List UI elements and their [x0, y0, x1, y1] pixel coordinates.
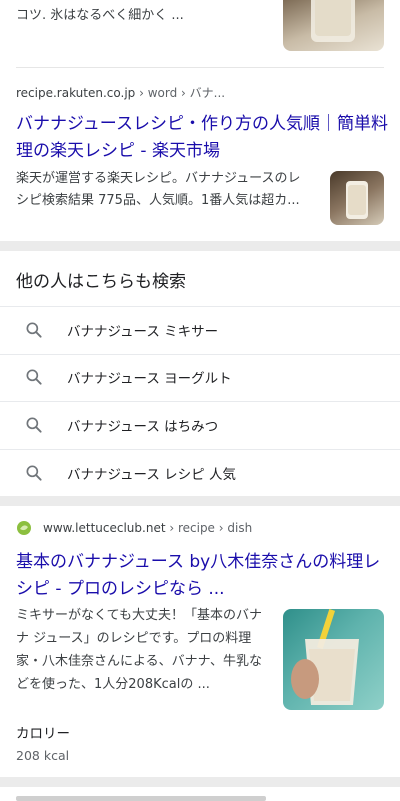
result-source-url[interactable]: recipe.rakuten.co.jp › word › バナ... — [16, 84, 225, 101]
result-card-rakuten: コツ. 氷はなるべく細かく ... recipe.rakuten.co.jp ›… — [0, 0, 400, 241]
search-icon — [26, 465, 42, 481]
source-domain: www.lettuceclub.net — [43, 521, 166, 535]
result-thumbnail-top[interactable] — [283, 0, 384, 51]
related-search-label: バナナジュース ヨーグルト — [67, 371, 232, 387]
people-also-search-card: 他の人はこちらも検索 バナナジュース ミキサー バナナジュース ヨーグルト バナ… — [0, 251, 400, 496]
source-path: › recipe › dish — [165, 521, 253, 535]
source-path: › word › バナ... — [135, 86, 226, 100]
search-icon — [26, 417, 42, 433]
result-card-lettuceclub: www.lettuceclub.net › recipe › dish 基本のバ… — [0, 506, 400, 777]
search-icon — [26, 322, 42, 338]
calorie-value: 208 kcal — [16, 748, 70, 763]
source-domain: recipe.rakuten.co.jp — [16, 86, 136, 100]
related-search-item[interactable]: バナナジュース ヨーグルト — [0, 354, 400, 402]
result-snippet-top: コツ. 氷はなるべく細かく ... — [16, 8, 184, 23]
related-search-item[interactable]: バナナジュース レシピ 人気 — [0, 450, 400, 497]
result-thumbnail[interactable] — [330, 171, 384, 225]
related-search-label: バナナジュース ミキサー — [67, 324, 219, 340]
people-also-search-heading: 他の人はこちらも検索 — [16, 272, 186, 292]
calorie-label: カロリー — [16, 726, 70, 742]
juice-glass-image — [311, 0, 355, 42]
result-source-url[interactable]: www.lettuceclub.net › recipe › dish — [43, 521, 252, 535]
result-snippet: 楽天が運営する楽天レシピ。バナナジュースのレシピ検索結果 775品、人気順。1番… — [16, 171, 301, 208]
juice-glass-image — [346, 181, 368, 219]
result-divider — [16, 67, 384, 68]
search-icon — [26, 369, 42, 385]
related-search-label: バナナジュース レシピ 人気 — [67, 467, 236, 483]
result-title-link[interactable]: バナナジュースレシピ・作り方の人気順｜簡単料理の楽天レシピ - 楽天市場 — [16, 111, 388, 165]
next-card-text-fragment — [16, 796, 266, 801]
juice-glass-image — [291, 609, 359, 705]
related-search-item[interactable]: バナナジュース はちみつ — [0, 402, 400, 450]
result-thumbnail[interactable] — [283, 609, 384, 710]
result-card-next — [0, 787, 400, 801]
result-snippet: ミキサーがなくても大丈夫！「基本のバナナ ジュース」のレシピです。プロの料理家・… — [16, 608, 262, 692]
site-favicon-icon — [17, 521, 31, 535]
related-search-item[interactable]: バナナジュース ミキサー — [0, 306, 400, 355]
related-search-label: バナナジュース はちみつ — [67, 419, 219, 435]
result-title-link[interactable]: 基本のバナナジュース by八木佳奈さんの料理レシピ - プロのレシピなら ... — [16, 549, 384, 603]
